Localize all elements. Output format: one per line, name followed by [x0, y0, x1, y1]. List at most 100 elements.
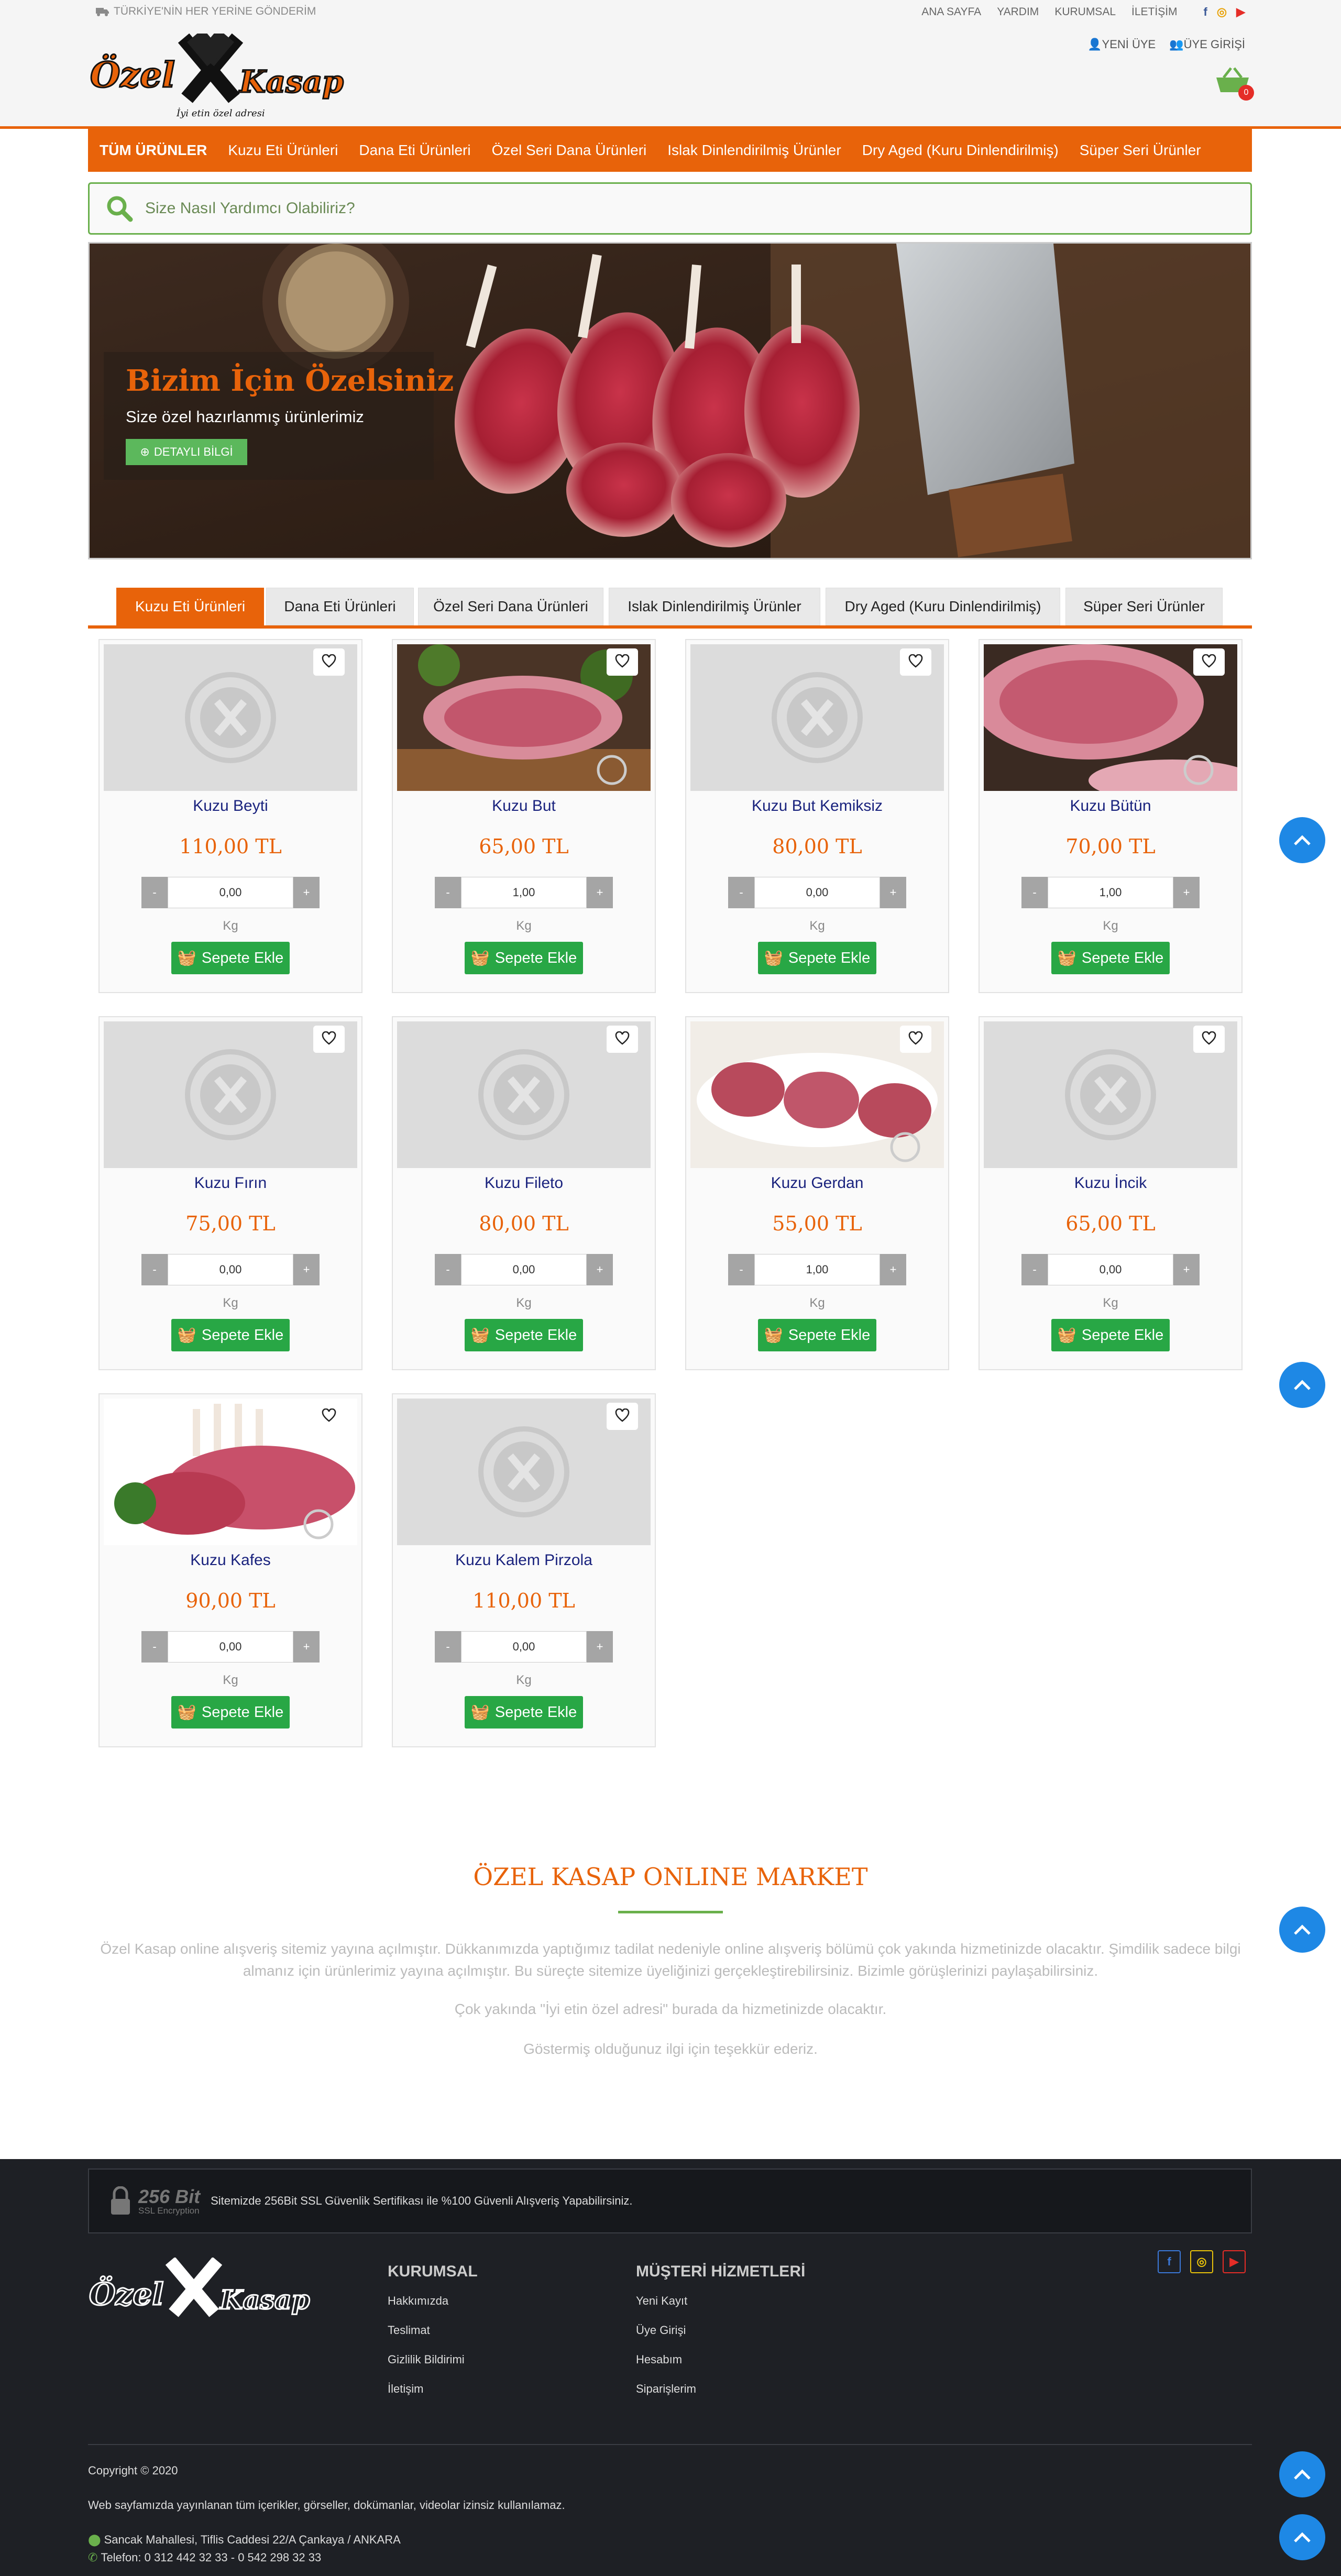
decrease-button[interactable]: -	[728, 877, 754, 908]
add-to-cart-button[interactable]: 🧺 Sepete Ekle	[758, 1319, 876, 1351]
footer-youtube-icon[interactable]: ▶	[1223, 2250, 1246, 2273]
site-logo[interactable]: Özel Kasap İyi etin özel adresi	[90, 34, 362, 123]
nav-lamb[interactable]: Kuzu Eti Ürünleri	[228, 142, 338, 159]
product-card[interactable]: Kuzu Gerdan 55,00 TL -1,00 + Kg 🧺 Sepete Ekle	[685, 1016, 949, 1370]
increase-button[interactable]: +	[293, 1631, 320, 1663]
decrease-button[interactable]: -	[1021, 1254, 1048, 1285]
product-name[interactable]: Kuzu Kafes	[100, 1551, 361, 1569]
favorite-button[interactable]	[607, 648, 638, 676]
add-to-cart-button[interactable]: 🧺 Sepete Ekle	[1051, 942, 1170, 974]
product-name[interactable]: Kuzu But Kemiksiz	[686, 797, 948, 815]
youtube-icon[interactable]: ▶	[1236, 5, 1245, 19]
quantity-input[interactable]: 0,00	[168, 1254, 293, 1285]
cart-button[interactable]: 0	[1214, 66, 1256, 103]
favorite-button[interactable]	[1193, 1026, 1225, 1053]
add-to-cart-button[interactable]: 🧺 Sepete Ekle	[465, 1696, 583, 1729]
increase-button[interactable]: +	[587, 1631, 613, 1663]
decrease-button[interactable]: -	[435, 877, 461, 908]
footer-facebook-icon[interactable]: f	[1158, 2250, 1181, 2273]
increase-button[interactable]: +	[587, 877, 613, 908]
product-name[interactable]: Kuzu Gerdan	[686, 1174, 948, 1192]
increase-button[interactable]: +	[587, 1254, 613, 1285]
favorite-button[interactable]	[313, 648, 345, 676]
nav-special-beef[interactable]: Özel Seri Dana Ürünleri	[492, 142, 647, 159]
product-card[interactable]: Kuzu But 65,00 TL -1,00 + Kg 🧺 Sepete Ekle	[392, 639, 656, 993]
favorite-button[interactable]	[313, 1403, 345, 1430]
search-bar[interactable]: Size Nasıl Yardımcı Olabiliriz?	[88, 182, 1252, 235]
search-input[interactable]: Size Nasıl Yardımcı Olabiliriz?	[145, 200, 355, 217]
decrease-button[interactable]: -	[141, 1631, 168, 1663]
add-to-cart-button[interactable]: 🧺 Sepete Ekle	[171, 1319, 290, 1351]
quantity-input[interactable]: 0,00	[461, 1254, 587, 1285]
scroll-top-button[interactable]	[1279, 2451, 1325, 2497]
scroll-top-button[interactable]	[1279, 2514, 1325, 2560]
tab-lamb[interactable]: Kuzu Eti Ürünleri	[116, 588, 264, 625]
product-card[interactable]: Kuzu Bütün 70,00 TL -1,00 + Kg 🧺 Sepete Ekle	[979, 639, 1243, 993]
quantity-input[interactable]: 0,00	[754, 877, 880, 908]
product-card[interactable]: Kuzu Kalem Pirzola 110,00 TL -0,00 + Kg 🧺 Sepe…	[392, 1393, 656, 1747]
footer-link-orders[interactable]: Siparişlerim	[636, 2382, 696, 2396]
add-to-cart-button[interactable]: 🧺 Sepete Ekle	[1051, 1319, 1170, 1351]
footer-link-privacy[interactable]: Gizlilik Bildirimi	[388, 2353, 465, 2366]
increase-button[interactable]: +	[1173, 1254, 1200, 1285]
footer-link-about[interactable]: Hakkımızda	[388, 2294, 448, 2308]
decrease-button[interactable]: -	[435, 1631, 461, 1663]
product-name[interactable]: Kuzu Fileto	[393, 1174, 655, 1192]
link-home[interactable]: ANA SAYFA	[921, 6, 981, 18]
nav-dry-aged[interactable]: Dry Aged (Kuru Dinlendirilmiş)	[862, 142, 1059, 159]
link-help[interactable]: YARDIM	[997, 6, 1039, 18]
banner-details-button[interactable]: ⊕ DETAYLI BİLGİ	[126, 439, 247, 465]
increase-button[interactable]: +	[880, 1254, 906, 1285]
link-corporate[interactable]: KURUMSAL	[1054, 6, 1116, 18]
footer-logo[interactable]: Özel Kasap	[89, 2258, 320, 2336]
product-name[interactable]: Kuzu Beyti	[100, 797, 361, 815]
product-name[interactable]: Kuzu Fırın	[100, 1174, 361, 1192]
quantity-input[interactable]: 1,00	[1048, 877, 1173, 908]
quantity-input[interactable]: 0,00	[168, 1631, 293, 1663]
nav-wet-aged[interactable]: Islak Dinlendirilmiş Ürünler	[667, 142, 841, 159]
link-contact[interactable]: İLETİŞİM	[1131, 6, 1178, 18]
product-name[interactable]: Kuzu Bütün	[980, 797, 1241, 815]
quantity-input[interactable]: 0,00	[461, 1631, 587, 1663]
decrease-button[interactable]: -	[141, 1254, 168, 1285]
product-name[interactable]: Kuzu İncik	[980, 1174, 1241, 1192]
facebook-icon[interactable]: f	[1204, 5, 1207, 19]
footer-instagram-icon[interactable]: ◎	[1190, 2250, 1213, 2273]
product-card[interactable]: Kuzu Beyti 110,00 TL -0,00 + Kg 🧺 Sepete Ekle	[98, 639, 362, 993]
footer-link-account[interactable]: Hesabım	[636, 2353, 682, 2366]
decrease-button[interactable]: -	[1021, 877, 1048, 908]
scroll-top-button[interactable]	[1279, 1907, 1325, 1953]
footer-link-login[interactable]: Üye Girişi	[636, 2324, 686, 2337]
product-name[interactable]: Kuzu Kalem Pirzola	[393, 1551, 655, 1569]
favorite-button[interactable]	[313, 1026, 345, 1053]
favorite-button[interactable]	[607, 1403, 638, 1430]
scroll-top-button[interactable]	[1279, 817, 1325, 863]
tab-special-beef[interactable]: Özel Seri Dana Ürünleri	[418, 588, 603, 625]
tab-beef[interactable]: Dana Eti Ürünleri	[266, 588, 414, 625]
quantity-input[interactable]: 1,00	[754, 1254, 880, 1285]
increase-button[interactable]: +	[293, 877, 320, 908]
footer-link-delivery[interactable]: Teslimat	[388, 2324, 430, 2337]
tab-wet-aged[interactable]: Islak Dinlendirilmiş Ürünler	[609, 588, 820, 625]
quantity-input[interactable]: 0,00	[1048, 1254, 1173, 1285]
nav-super-series[interactable]: Süper Seri Ürünler	[1080, 142, 1201, 159]
increase-button[interactable]: +	[293, 1254, 320, 1285]
quantity-input[interactable]: 1,00	[461, 877, 587, 908]
increase-button[interactable]: +	[880, 877, 906, 908]
decrease-button[interactable]: -	[141, 877, 168, 908]
add-to-cart-button[interactable]: 🧺 Sepete Ekle	[758, 942, 876, 974]
product-card[interactable]: Kuzu But Kemiksiz 80,00 TL -0,00 + Kg 🧺 Sepete…	[685, 639, 949, 993]
member-login-link[interactable]: 👥ÜYE GİRİŞİ	[1169, 38, 1245, 51]
nav-all-products[interactable]: TÜM ÜRÜNLER	[100, 142, 207, 159]
decrease-button[interactable]: -	[728, 1254, 754, 1285]
product-card[interactable]: Kuzu Fırın 75,00 TL -0,00 + Kg 🧺 Sepete Ekle	[98, 1016, 362, 1370]
add-to-cart-button[interactable]: 🧺 Sepete Ekle	[171, 1696, 290, 1729]
favorite-button[interactable]	[607, 1026, 638, 1053]
decrease-button[interactable]: -	[435, 1254, 461, 1285]
product-card[interactable]: Kuzu İncik 65,00 TL -0,00 + Kg 🧺 Sepete Ekle	[979, 1016, 1243, 1370]
add-to-cart-button[interactable]: 🧺 Sepete Ekle	[465, 1319, 583, 1351]
product-name[interactable]: Kuzu But	[393, 797, 655, 815]
tab-super-series[interactable]: Süper Seri Ürünler	[1065, 588, 1223, 625]
favorite-button[interactable]	[1193, 648, 1225, 676]
product-card[interactable]: Kuzu Fileto 80,00 TL -0,00 + Kg 🧺 Sepete Ekle	[392, 1016, 656, 1370]
